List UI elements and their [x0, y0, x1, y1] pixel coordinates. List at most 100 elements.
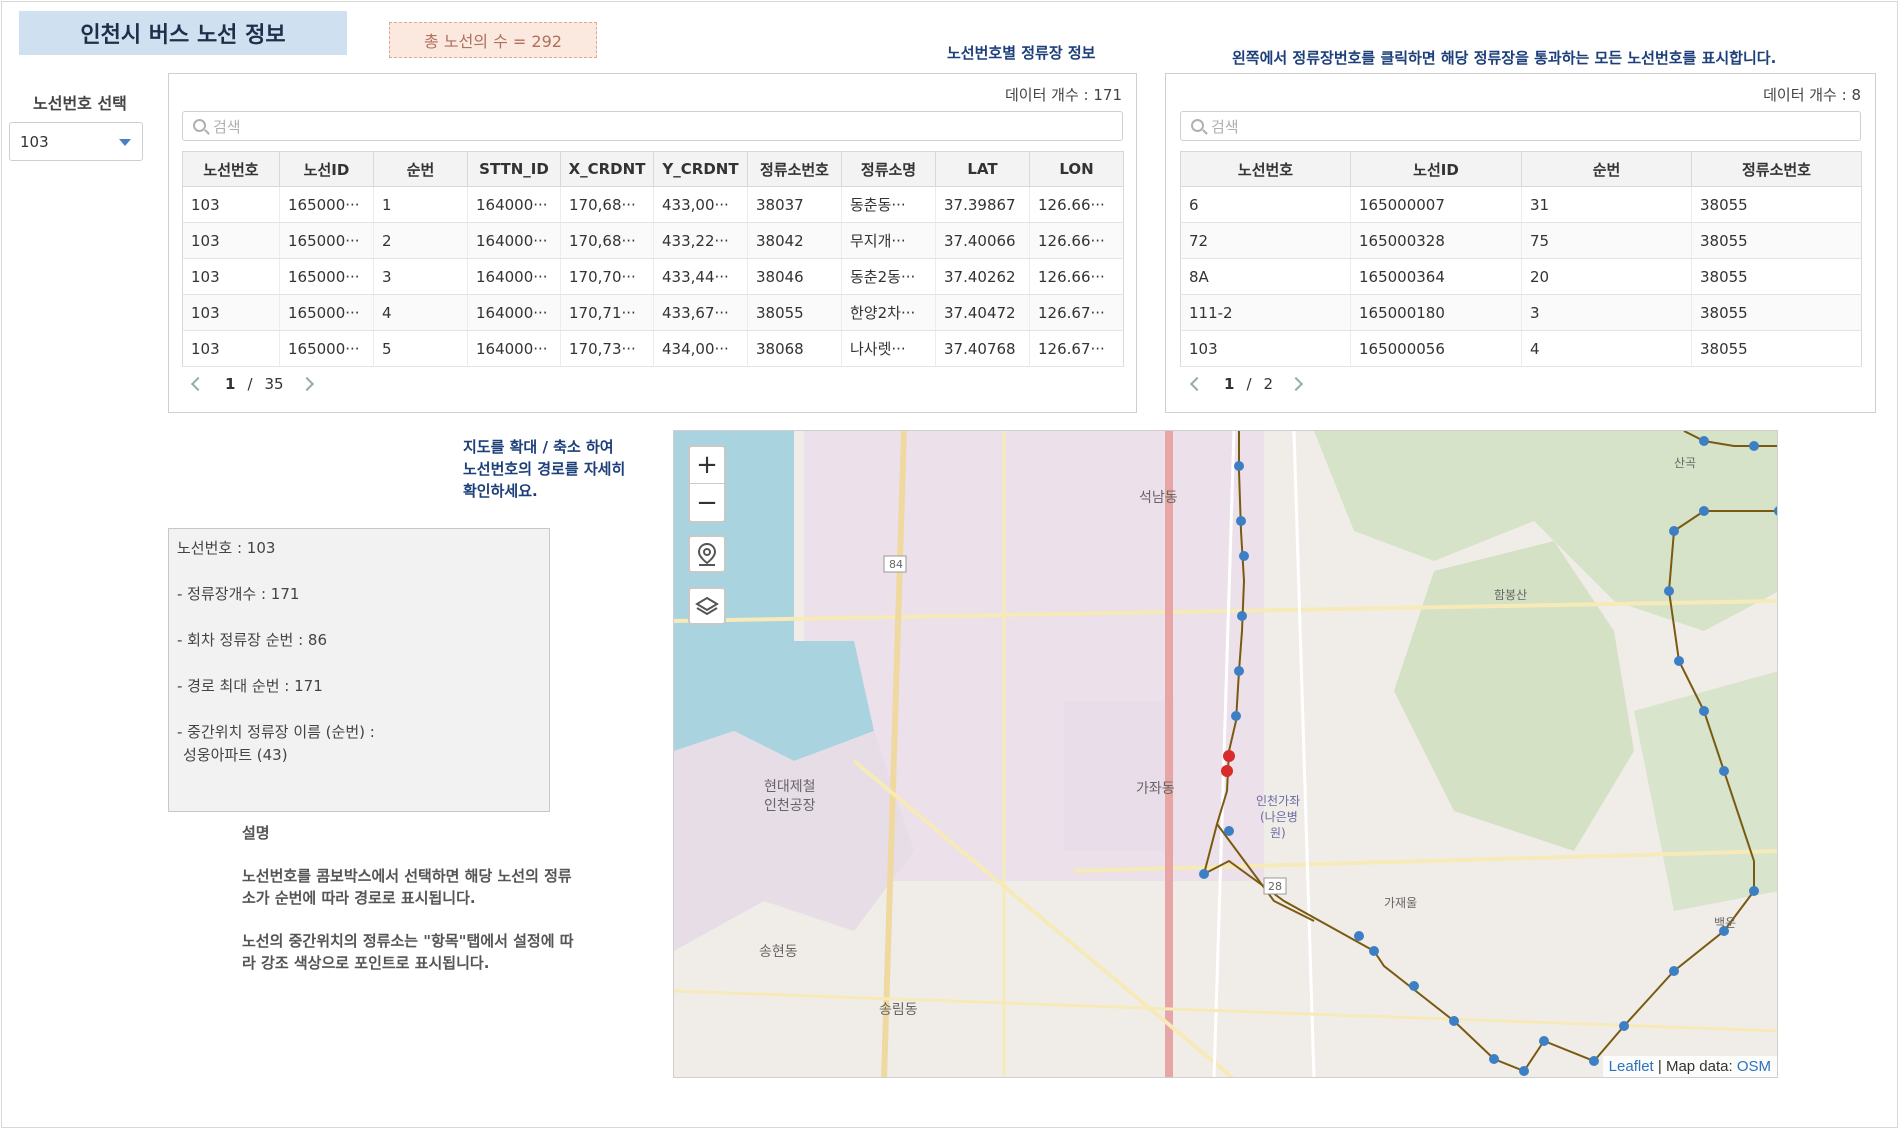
- table-cell[interactable]: 165000328: [1350, 222, 1522, 259]
- col-header[interactable]: 노선번호: [1180, 151, 1351, 187]
- locate-button[interactable]: [688, 535, 726, 573]
- table-cell[interactable]: 170,70···: [560, 258, 654, 295]
- col-header[interactable]: Y_CRDNT: [653, 151, 748, 187]
- table-cell[interactable]: 111-2: [1180, 294, 1351, 331]
- table-row[interactable]: 103 165000··· 3 164000··· 170,70··· 433,44···…: [182, 258, 1124, 295]
- table-row[interactable]: 103 165000··· 4 164000··· 170,71··· 433,67···…: [182, 294, 1124, 331]
- table-cell[interactable]: 38055: [1691, 258, 1862, 295]
- table-row[interactable]: 6 165000007 31 38055: [1180, 186, 1862, 223]
- table-cell[interactable]: 126.66···: [1029, 258, 1124, 295]
- zoom-in-button[interactable]: +: [690, 447, 724, 484]
- col-header[interactable]: 정류소번호: [747, 151, 842, 187]
- table-cell[interactable]: 170,73···: [560, 330, 654, 367]
- table-cell[interactable]: 37.40472: [935, 294, 1030, 331]
- table-row[interactable]: 103 165000056 4 38055: [1180, 330, 1862, 367]
- table-row[interactable]: 72 165000328 75 38055: [1180, 222, 1862, 259]
- table-cell[interactable]: 103: [182, 294, 280, 331]
- col-header[interactable]: STTN_ID: [467, 151, 561, 187]
- stops-search-input[interactable]: 검색: [182, 111, 1123, 141]
- routes-search-input[interactable]: 검색: [1180, 111, 1861, 141]
- table-cell[interactable]: 165000007: [1350, 186, 1522, 223]
- table-cell[interactable]: 무지개···: [841, 222, 936, 259]
- table-cell[interactable]: 165000···: [279, 330, 374, 367]
- chevron-left-icon[interactable]: [1189, 376, 1205, 392]
- table-cell[interactable]: 38055: [1691, 222, 1862, 259]
- table-cell[interactable]: 103: [182, 258, 280, 295]
- table-cell[interactable]: 75: [1521, 222, 1692, 259]
- map-canvas[interactable]: [674, 431, 1778, 1078]
- table-cell[interactable]: 6: [1180, 186, 1351, 223]
- zoom-out-button[interactable]: −: [690, 484, 724, 521]
- table-cell[interactable]: 38055: [1691, 186, 1862, 223]
- table-cell[interactable]: 164000···: [467, 222, 561, 259]
- table-cell[interactable]: 103: [182, 222, 280, 259]
- table-cell[interactable]: 165000180: [1350, 294, 1522, 331]
- table-cell[interactable]: 433,67···: [653, 294, 748, 331]
- col-header[interactable]: 노선번호: [182, 151, 280, 187]
- table-cell[interactable]: 37.40066: [935, 222, 1030, 259]
- layers-button[interactable]: [688, 587, 726, 625]
- col-header[interactable]: 노선ID: [1350, 151, 1522, 187]
- table-cell[interactable]: 165000364: [1350, 258, 1522, 295]
- table-cell[interactable]: 165000···: [279, 186, 374, 223]
- table-cell[interactable]: 37.40768: [935, 330, 1030, 367]
- table-cell[interactable]: 38055: [747, 294, 842, 331]
- table-cell[interactable]: 38055: [1691, 330, 1862, 367]
- table-cell[interactable]: 동춘동···: [841, 186, 936, 223]
- table-row[interactable]: 103 165000··· 5 164000··· 170,73··· 434,00···…: [182, 330, 1124, 367]
- table-cell[interactable]: 433,22···: [653, 222, 748, 259]
- table-cell[interactable]: 38037: [747, 186, 842, 223]
- table-cell[interactable]: 20: [1521, 258, 1692, 295]
- table-cell[interactable]: 164000···: [467, 330, 561, 367]
- table-cell[interactable]: 1: [373, 186, 468, 223]
- table-cell[interactable]: 103: [1180, 330, 1351, 367]
- table-cell[interactable]: 4: [373, 294, 468, 331]
- table-row[interactable]: 8A 165000364 20 38055: [1180, 258, 1862, 295]
- table-cell[interactable]: 나사렛···: [841, 330, 936, 367]
- table-cell[interactable]: 170,71···: [560, 294, 654, 331]
- col-header[interactable]: 순번: [373, 151, 468, 187]
- table-cell[interactable]: 38068: [747, 330, 842, 367]
- table-row[interactable]: 103 165000··· 1 164000··· 170,68··· 433,00···…: [182, 186, 1124, 223]
- table-cell[interactable]: 164000···: [467, 294, 561, 331]
- table-cell[interactable]: 170,68···: [560, 186, 654, 223]
- table-cell[interactable]: 5: [373, 330, 468, 367]
- osm-link[interactable]: OSM: [1737, 1058, 1771, 1075]
- table-cell[interactable]: 4: [1521, 330, 1692, 367]
- table-cell[interactable]: 170,68···: [560, 222, 654, 259]
- col-header[interactable]: 노선ID: [279, 151, 374, 187]
- table-row[interactable]: 103 165000··· 2 164000··· 170,68··· 433,22···…: [182, 222, 1124, 259]
- chevron-down-icon[interactable]: [119, 139, 131, 146]
- col-header[interactable]: X_CRDNT: [560, 151, 654, 187]
- col-header[interactable]: 정류소명: [841, 151, 936, 187]
- table-cell[interactable]: 3: [373, 258, 468, 295]
- table-cell[interactable]: 165000···: [279, 294, 374, 331]
- table-cell[interactable]: 3: [1521, 294, 1692, 331]
- table-cell[interactable]: 165000056: [1350, 330, 1522, 367]
- table-cell[interactable]: 126.66···: [1029, 186, 1124, 223]
- table-cell[interactable]: 2: [373, 222, 468, 259]
- leaflet-link[interactable]: Leaflet: [1609, 1058, 1654, 1075]
- col-header[interactable]: LAT: [935, 151, 1030, 187]
- table-cell[interactable]: 한양2차···: [841, 294, 936, 331]
- table-cell[interactable]: 31: [1521, 186, 1692, 223]
- chevron-right-icon[interactable]: [1288, 376, 1304, 392]
- col-header[interactable]: LON: [1029, 151, 1124, 187]
- table-cell[interactable]: 165000···: [279, 222, 374, 259]
- table-cell[interactable]: 38046: [747, 258, 842, 295]
- col-header[interactable]: 정류소번호: [1691, 151, 1862, 187]
- table-cell[interactable]: 38055: [1691, 294, 1862, 331]
- table-cell[interactable]: 433,00···: [653, 186, 748, 223]
- table-cell[interactable]: 103: [182, 186, 280, 223]
- route-map[interactable]: 84 28 석남동 가좌동 현대제철 인천공장 송림동 송현동 가재울 산곡 함…: [673, 430, 1778, 1078]
- table-cell[interactable]: 동춘2동···: [841, 258, 936, 295]
- table-cell[interactable]: 126.67···: [1029, 294, 1124, 331]
- route-select[interactable]: 103: [9, 122, 143, 161]
- table-row[interactable]: 111-2 165000180 3 38055: [1180, 294, 1862, 331]
- table-cell[interactable]: 37.39867: [935, 186, 1030, 223]
- col-header[interactable]: 순번: [1521, 151, 1692, 187]
- table-cell[interactable]: 434,00···: [653, 330, 748, 367]
- table-cell[interactable]: 164000···: [467, 186, 561, 223]
- table-cell[interactable]: 126.66···: [1029, 222, 1124, 259]
- table-cell[interactable]: 72: [1180, 222, 1351, 259]
